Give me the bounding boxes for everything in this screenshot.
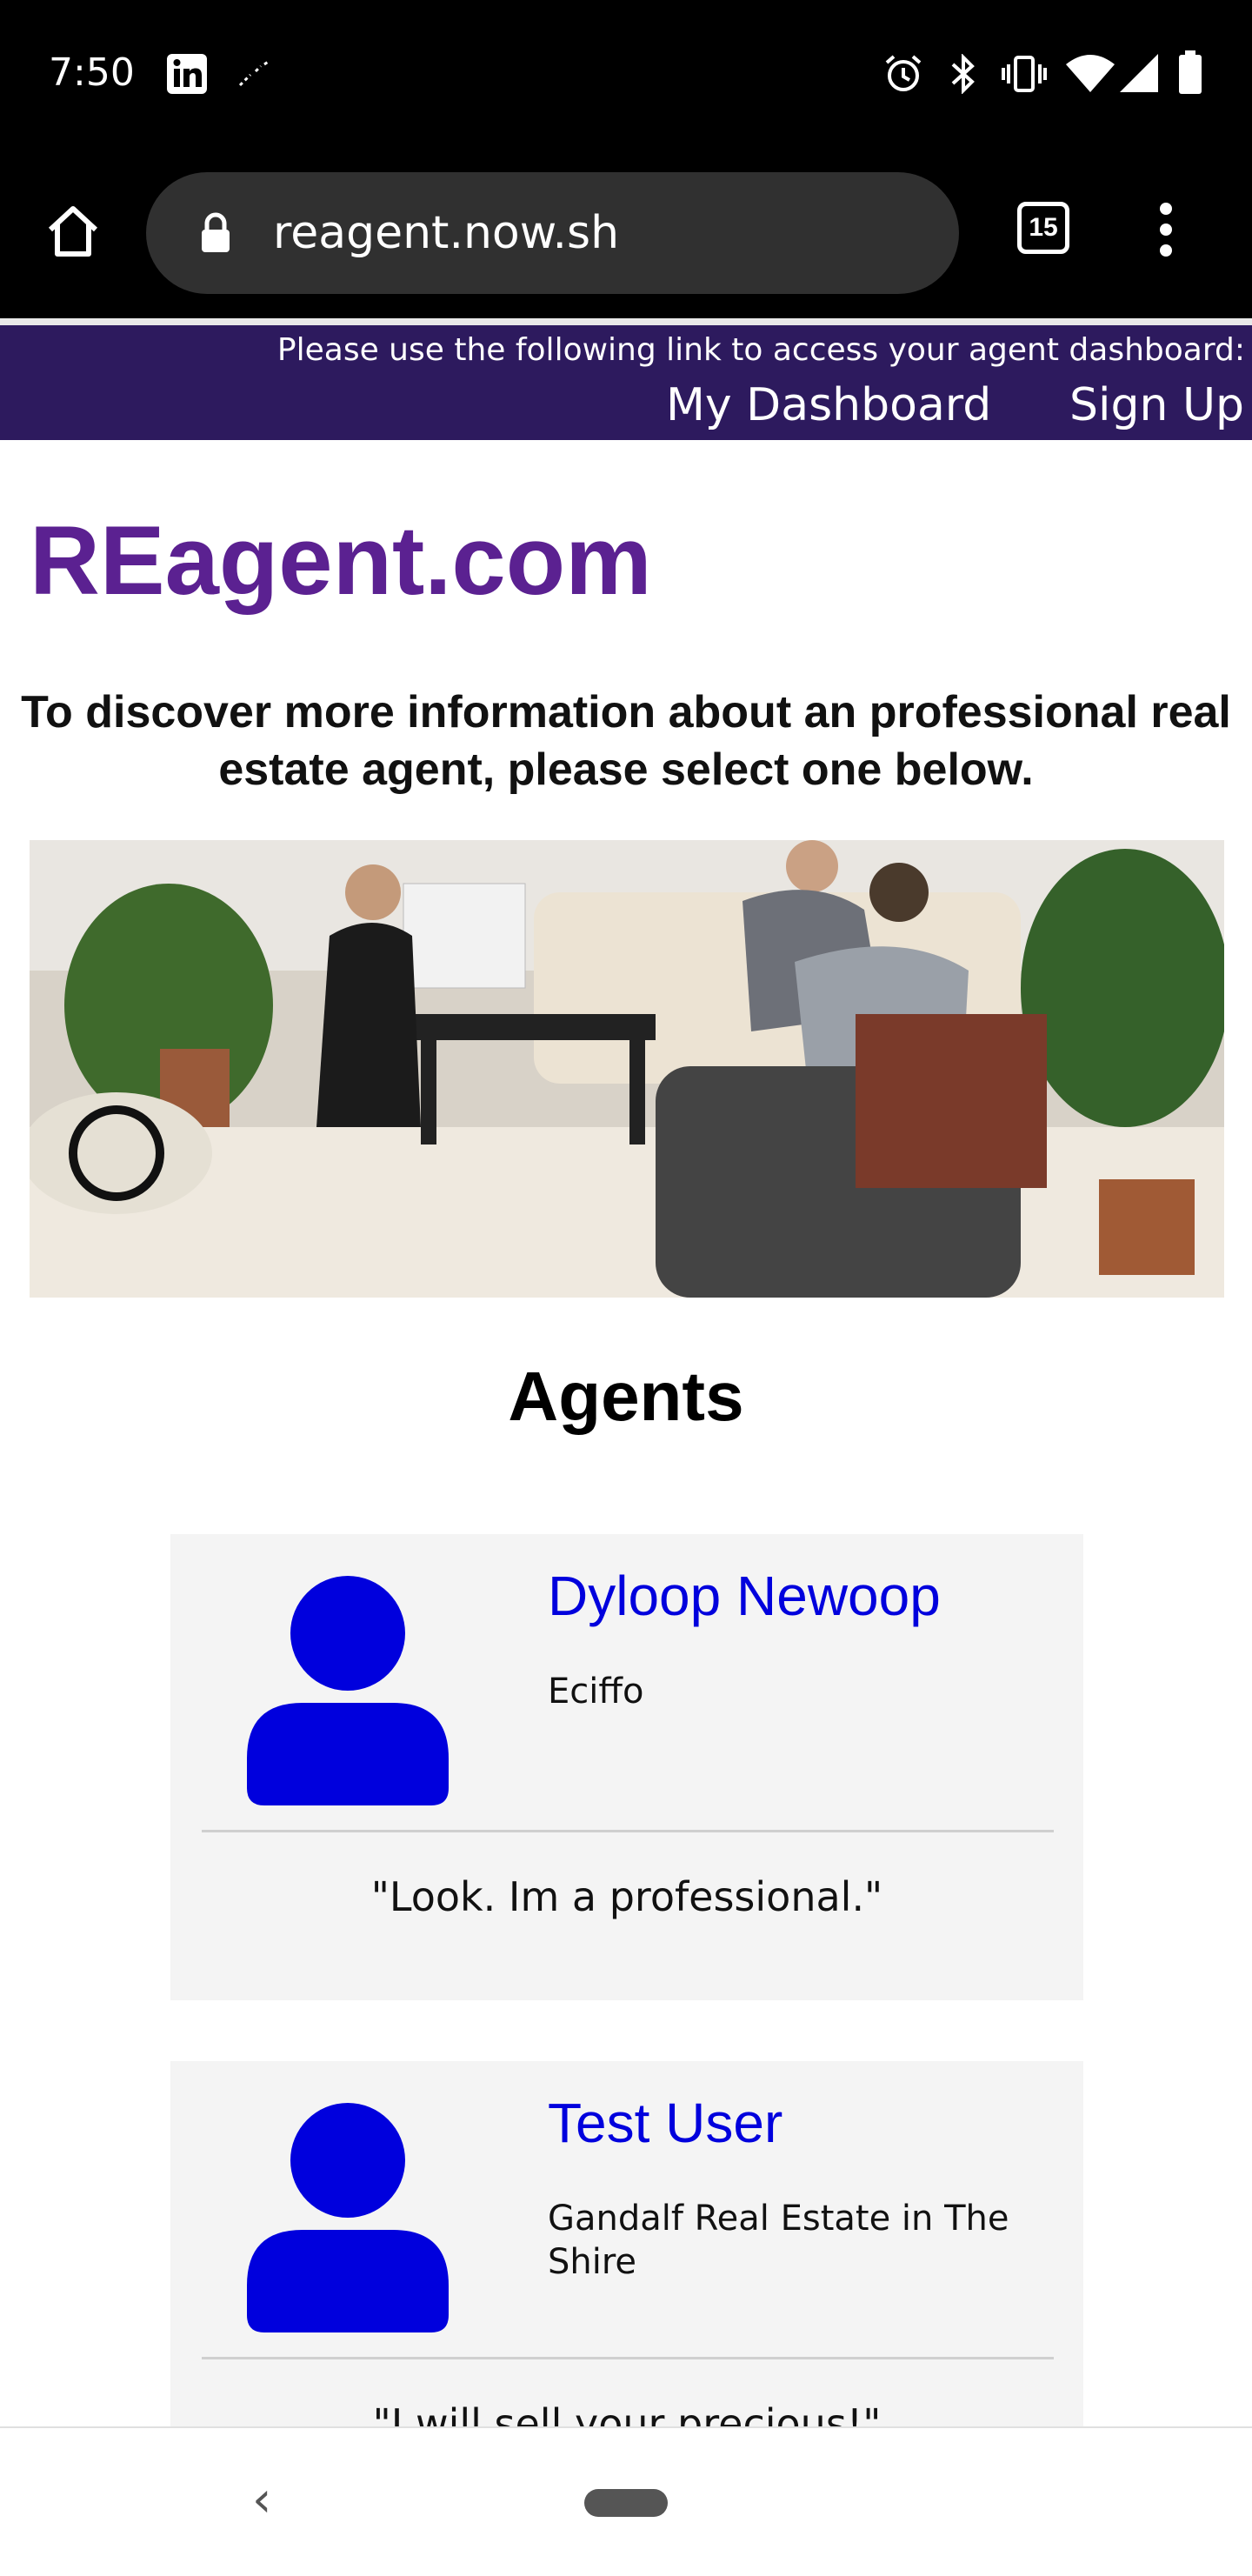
agent-name[interactable]: Dyloop Newoop — [548, 1564, 941, 1628]
agents-heading: Agents — [508, 1358, 744, 1435]
vibrate-icon — [1002, 56, 1047, 92]
sign-up-link[interactable]: Sign Up — [1069, 379, 1244, 431]
toolbar-divider — [0, 318, 1252, 325]
agent-name[interactable]: Test User — [548, 2091, 782, 2155]
linkedin-icon — [167, 54, 207, 94]
my-dashboard-link[interactable]: My Dashboard — [666, 379, 991, 431]
agent-company: Eciffo — [548, 1672, 644, 1712]
address-bar[interactable]: reagent.now.sh — [146, 172, 959, 294]
tabs-icon[interactable]: 15 — [1017, 202, 1069, 254]
site-brand[interactable]: REagent.com — [30, 504, 652, 617]
signal-icon — [1120, 54, 1158, 92]
tab-count: 15 — [1029, 213, 1058, 242]
top-nav: Please use the following link to access … — [0, 325, 1252, 440]
wifi-icon — [1066, 55, 1115, 92]
browser-toolbar: reagent.now.sh 15 — [0, 157, 1252, 318]
home-gesture-pill[interactable] — [584, 2489, 668, 2517]
url-text: reagent.now.sh — [273, 207, 620, 259]
back-icon[interactable]: ‹ — [252, 2472, 271, 2528]
lock-icon — [202, 212, 230, 252]
agent-company: Gandalf Real Estate in The Shire — [548, 2199, 1009, 2282]
bluetooth-icon — [951, 54, 975, 94]
system-nav-bar: ‹ — [0, 2426, 1252, 2576]
hero-image — [30, 840, 1224, 1298]
agent-card[interactable]: Dyloop Newoop Eciffo "Look. Im a profess… — [170, 1534, 1083, 2000]
card-divider — [202, 2357, 1054, 2359]
intro-text: To discover more information about an pr… — [21, 687, 1231, 795]
user-avatar-icon — [247, 1576, 449, 1805]
user-avatar-icon — [247, 2103, 449, 2332]
more-vert-icon[interactable] — [1153, 202, 1179, 257]
status-bar: 7:50 — [0, 0, 1252, 157]
card-divider — [202, 1830, 1054, 1832]
alarm-icon — [885, 55, 922, 91]
dashboard-notice: Please use the following link to access … — [276, 332, 1245, 368]
status-time: 7:50 — [49, 50, 135, 95]
battery-icon — [1179, 50, 1202, 94]
home-icon[interactable] — [45, 204, 101, 259]
agent-quote: "Look. Im a professional." — [370, 1873, 883, 1920]
sparkle-icon — [238, 59, 270, 87]
